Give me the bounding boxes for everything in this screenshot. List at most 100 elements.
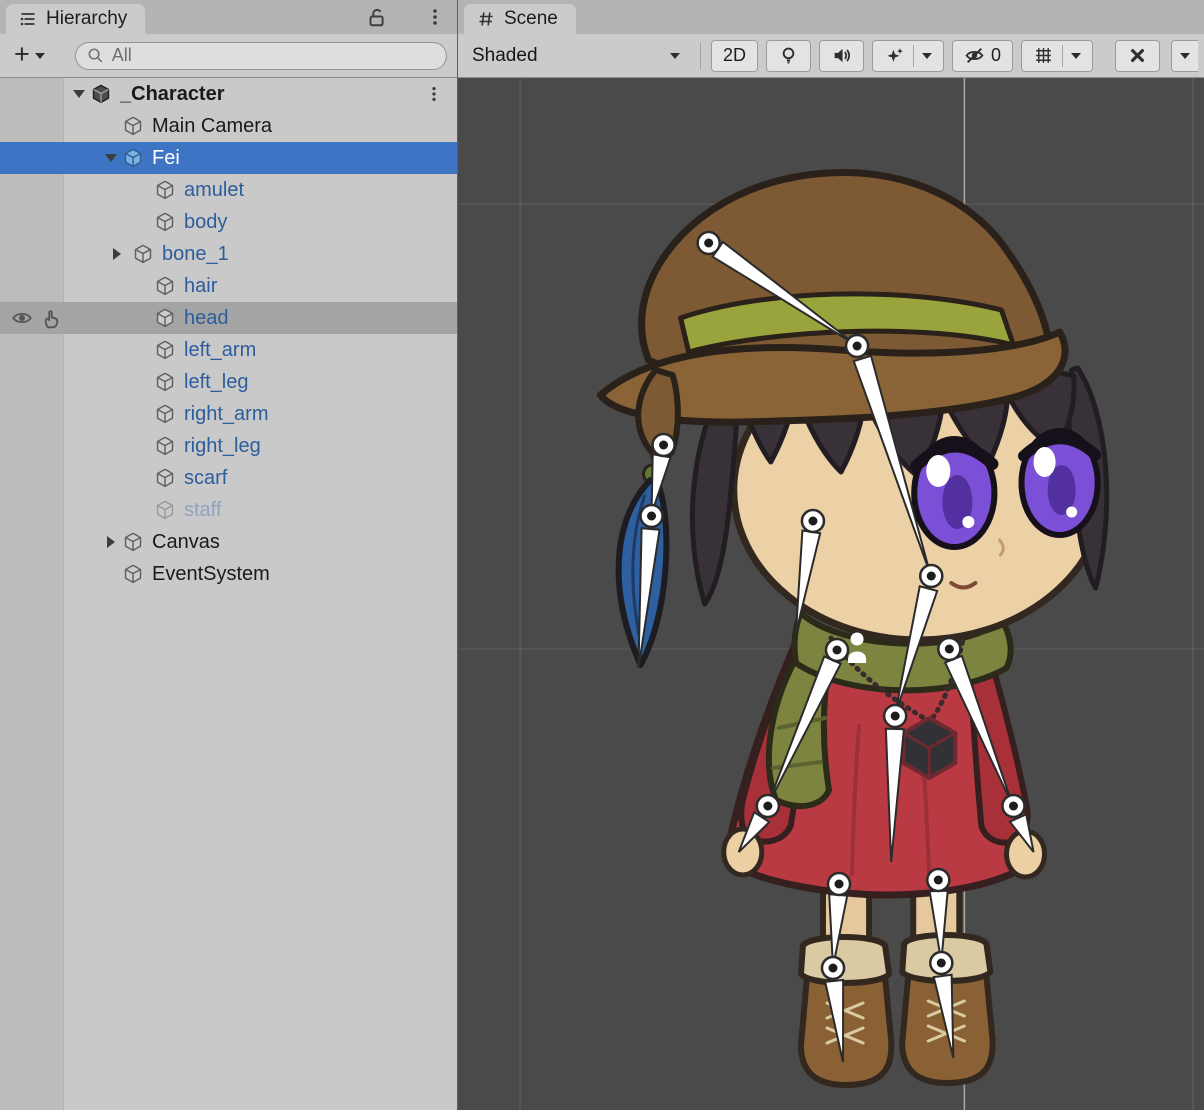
unity-editor: Hierarchy + (0, 0, 1204, 1110)
hierarchy-item-staff[interactable]: staff (0, 494, 457, 526)
hierarchy-item-amulet[interactable]: amulet (0, 174, 457, 206)
scene-tab-label: Scene (504, 8, 558, 30)
cube-icon (154, 339, 176, 361)
hierarchy-tree: _Character Main Camera Fei (0, 78, 457, 1110)
hierarchy-tab-label: Hierarchy (46, 8, 127, 30)
scene-toolbar: Shaded 2D (458, 34, 1204, 78)
cube-icon (154, 275, 176, 297)
item-label: right_leg (184, 435, 261, 458)
hierarchy-item-head[interactable]: head (0, 302, 457, 334)
hierarchy-item-main-camera[interactable]: Main Camera (0, 110, 457, 142)
lighting-toggle-button[interactable] (766, 40, 811, 72)
chevron-down-icon (35, 53, 45, 59)
left-boot-sprite (801, 937, 891, 1085)
eye-slash-icon (964, 45, 985, 66)
cube-icon (154, 403, 176, 425)
chevron-down-icon (1071, 53, 1081, 59)
chevron-down-icon (922, 53, 932, 59)
add-gameobject-button[interactable]: + (8, 44, 51, 68)
cube-icon (154, 467, 176, 489)
overflow-dropdown-button[interactable] (1171, 40, 1198, 72)
panel-menu-kebab-icon[interactable] (425, 6, 445, 28)
hierarchy-item-hair[interactable]: hair (0, 270, 457, 302)
visibility-eye-icon[interactable] (10, 307, 34, 335)
item-label: left_arm (184, 339, 256, 362)
audio-toggle-button[interactable] (819, 40, 864, 72)
hierarchy-item-right-leg[interactable]: right_leg (0, 430, 457, 462)
hierarchy-item-body[interactable]: body (0, 206, 457, 238)
item-label: head (184, 307, 229, 330)
hierarchy-item-right-arm[interactable]: right_arm (0, 398, 457, 430)
cube-icon (154, 179, 176, 201)
scene-grid-icon (476, 9, 496, 29)
button-divider (1062, 45, 1063, 67)
item-label: hair (184, 275, 217, 298)
button-divider (913, 45, 914, 67)
search-icon (86, 46, 105, 65)
tab-hierarchy[interactable]: Hierarchy (6, 4, 145, 34)
wrench-hammer-icon (1127, 45, 1148, 66)
hidden-count: 0 (991, 45, 1001, 66)
prefab-cube-icon (122, 147, 144, 169)
item-label: _Character (120, 83, 225, 106)
grid-icon (1033, 45, 1054, 66)
scene-tabbar: Scene (458, 0, 1204, 34)
tool-settings-button[interactable] (1115, 40, 1160, 72)
hierarchy-item-fei[interactable]: Fei (0, 142, 457, 174)
cube-icon (154, 371, 176, 393)
hierarchy-list-icon (18, 9, 38, 29)
hierarchy-item-left-leg[interactable]: left_leg (0, 366, 457, 398)
grid-visibility-button[interactable] (1021, 40, 1093, 72)
lightbulb-icon (778, 45, 799, 66)
chevron-down-icon (670, 53, 680, 59)
toolbar-separator (700, 43, 701, 69)
scene-viewport[interactable] (458, 78, 1204, 1110)
expand-arrow-icon[interactable] (106, 248, 128, 260)
unlock-icon[interactable] (365, 6, 387, 28)
item-label: Canvas (152, 531, 220, 554)
search-field[interactable] (75, 42, 447, 70)
tab-scene[interactable]: Scene (464, 4, 576, 34)
cube-icon (122, 563, 144, 585)
hierarchy-item-character[interactable]: _Character (0, 78, 457, 110)
expand-arrow-icon[interactable] (100, 536, 122, 548)
hierarchy-tabbar: Hierarchy (0, 0, 457, 34)
expand-arrow-icon[interactable] (100, 154, 122, 162)
pickability-hand-icon[interactable] (40, 307, 62, 335)
hierarchy-item-left-arm[interactable]: left_arm (0, 334, 457, 366)
item-label: bone_1 (162, 243, 229, 266)
draw-mode-label: Shaded (472, 45, 538, 67)
expand-arrow-icon[interactable] (68, 90, 90, 98)
effects-toggle-button[interactable] (872, 40, 944, 72)
2d-toggle-button[interactable]: 2D (711, 40, 758, 72)
item-label: staff (184, 499, 221, 522)
cube-icon (132, 243, 154, 265)
hierarchy-toolbar: + (0, 34, 457, 78)
item-label: Main Camera (152, 115, 272, 138)
item-options-kebab-icon[interactable] (425, 83, 443, 111)
item-label: left_leg (184, 371, 249, 394)
character-sprite (600, 172, 1106, 1085)
item-label: EventSystem (152, 563, 270, 586)
item-label: amulet (184, 179, 244, 202)
cube-icon (154, 435, 176, 457)
unity-logo-icon (90, 83, 112, 105)
scene-panel: Scene Shaded 2D (458, 0, 1204, 1110)
search-input[interactable] (112, 45, 436, 66)
cube-icon (154, 499, 176, 521)
2d-label: 2D (723, 45, 746, 66)
hidden-objects-button[interactable]: 0 (952, 40, 1013, 72)
hierarchy-item-scarf[interactable]: scarf (0, 462, 457, 494)
item-label: Fei (152, 147, 180, 170)
scene-canvas (458, 78, 1204, 1110)
effects-sparkle-icon (884, 45, 905, 66)
hierarchy-panel: Hierarchy + (0, 0, 458, 1110)
chevron-down-icon (1180, 53, 1190, 59)
hierarchy-item-canvas[interactable]: Canvas (0, 526, 457, 558)
hierarchy-item-bone-1[interactable]: bone_1 (0, 238, 457, 270)
hierarchy-item-eventsystem[interactable]: EventSystem (0, 558, 457, 590)
item-label: body (184, 211, 227, 234)
draw-mode-dropdown[interactable]: Shaded (464, 40, 690, 72)
plus-icon: + (14, 41, 30, 68)
cube-icon (122, 531, 144, 553)
